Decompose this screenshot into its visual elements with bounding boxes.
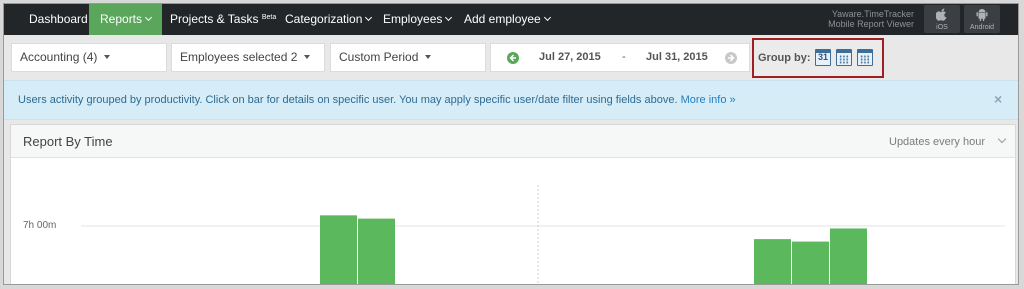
- group-by-control: Group by: 31: [752, 38, 884, 78]
- chevron-down-icon: [144, 13, 153, 22]
- chart-bar[interactable]: [358, 218, 395, 285]
- apple-icon: [936, 8, 947, 21]
- app-window: Dashboard Reports Projects & Tasks Beta …: [3, 3, 1019, 285]
- nav-categorization[interactable]: Categorization: [274, 4, 382, 35]
- report-chart: 7h 00m: [11, 159, 1015, 285]
- info-text: Users activity grouped by productivity. …: [18, 94, 678, 106]
- ytick-label: 7h 00m: [23, 220, 57, 231]
- nav-projects-tasks[interactable]: Projects & Tasks Beta: [159, 4, 287, 35]
- chevron-down-icon: [445, 13, 453, 22]
- chart-bar[interactable]: [320, 215, 357, 285]
- panel-header: Report By Time Updates every hour: [11, 125, 1015, 158]
- calendar-week-icon[interactable]: [836, 49, 852, 66]
- caret-down-icon: [304, 55, 311, 59]
- period-select[interactable]: Custom Period: [330, 43, 486, 72]
- report-panel: Report By Time Updates every hour 7h 00m: [10, 124, 1016, 285]
- date-separator: -: [622, 51, 626, 63]
- update-note: Updates every hour: [889, 136, 985, 148]
- date-to[interactable]: Jul 31, 2015: [646, 51, 708, 63]
- arrow-left-icon: [509, 54, 516, 62]
- group-by-label: Group by:: [758, 52, 811, 64]
- arrow-right-icon: [728, 54, 735, 62]
- calendar-day-icon[interactable]: 31: [815, 49, 831, 66]
- date-from[interactable]: Jul 27, 2015: [539, 51, 601, 63]
- nav-employees[interactable]: Employees: [372, 4, 462, 35]
- caret-down-icon: [425, 55, 432, 59]
- nav-add-employee[interactable]: Add employee: [453, 4, 561, 35]
- chart-bar[interactable]: [754, 239, 791, 285]
- chart-bar[interactable]: [830, 228, 867, 285]
- chart-svg: [81, 185, 1005, 285]
- panel-title: Report By Time: [23, 134, 113, 149]
- nav-reports[interactable]: Reports: [89, 4, 163, 35]
- caret-down-icon: [104, 55, 111, 59]
- prev-period-button[interactable]: [507, 52, 519, 64]
- next-period-button[interactable]: [725, 52, 737, 64]
- employees-select[interactable]: Employees selected 2: [171, 43, 325, 72]
- chart-bar[interactable]: [792, 241, 829, 285]
- date-range-picker: Jul 27, 2015 - Jul 31, 2015: [490, 43, 750, 72]
- android-app-button[interactable]: Android: [964, 5, 1000, 33]
- top-navbar: Dashboard Reports Projects & Tasks Beta …: [4, 4, 1018, 35]
- chevron-down-icon: [543, 13, 551, 22]
- department-select[interactable]: Accounting (4): [11, 43, 167, 72]
- ios-app-button[interactable]: iOS: [924, 5, 960, 33]
- android-icon: [976, 9, 988, 21]
- close-icon[interactable]: ×: [994, 91, 1002, 107]
- calendar-month-icon[interactable]: [857, 49, 873, 66]
- mobile-viewer-caption: Yaware.TimeTracker Mobile Report Viewer: [828, 9, 914, 29]
- nav-dashboard[interactable]: Dashboard: [18, 4, 99, 35]
- info-banner: Users activity grouped by productivity. …: [4, 80, 1018, 120]
- more-info-link[interactable]: More info »: [681, 94, 736, 106]
- chevron-down-icon[interactable]: [997, 134, 1007, 144]
